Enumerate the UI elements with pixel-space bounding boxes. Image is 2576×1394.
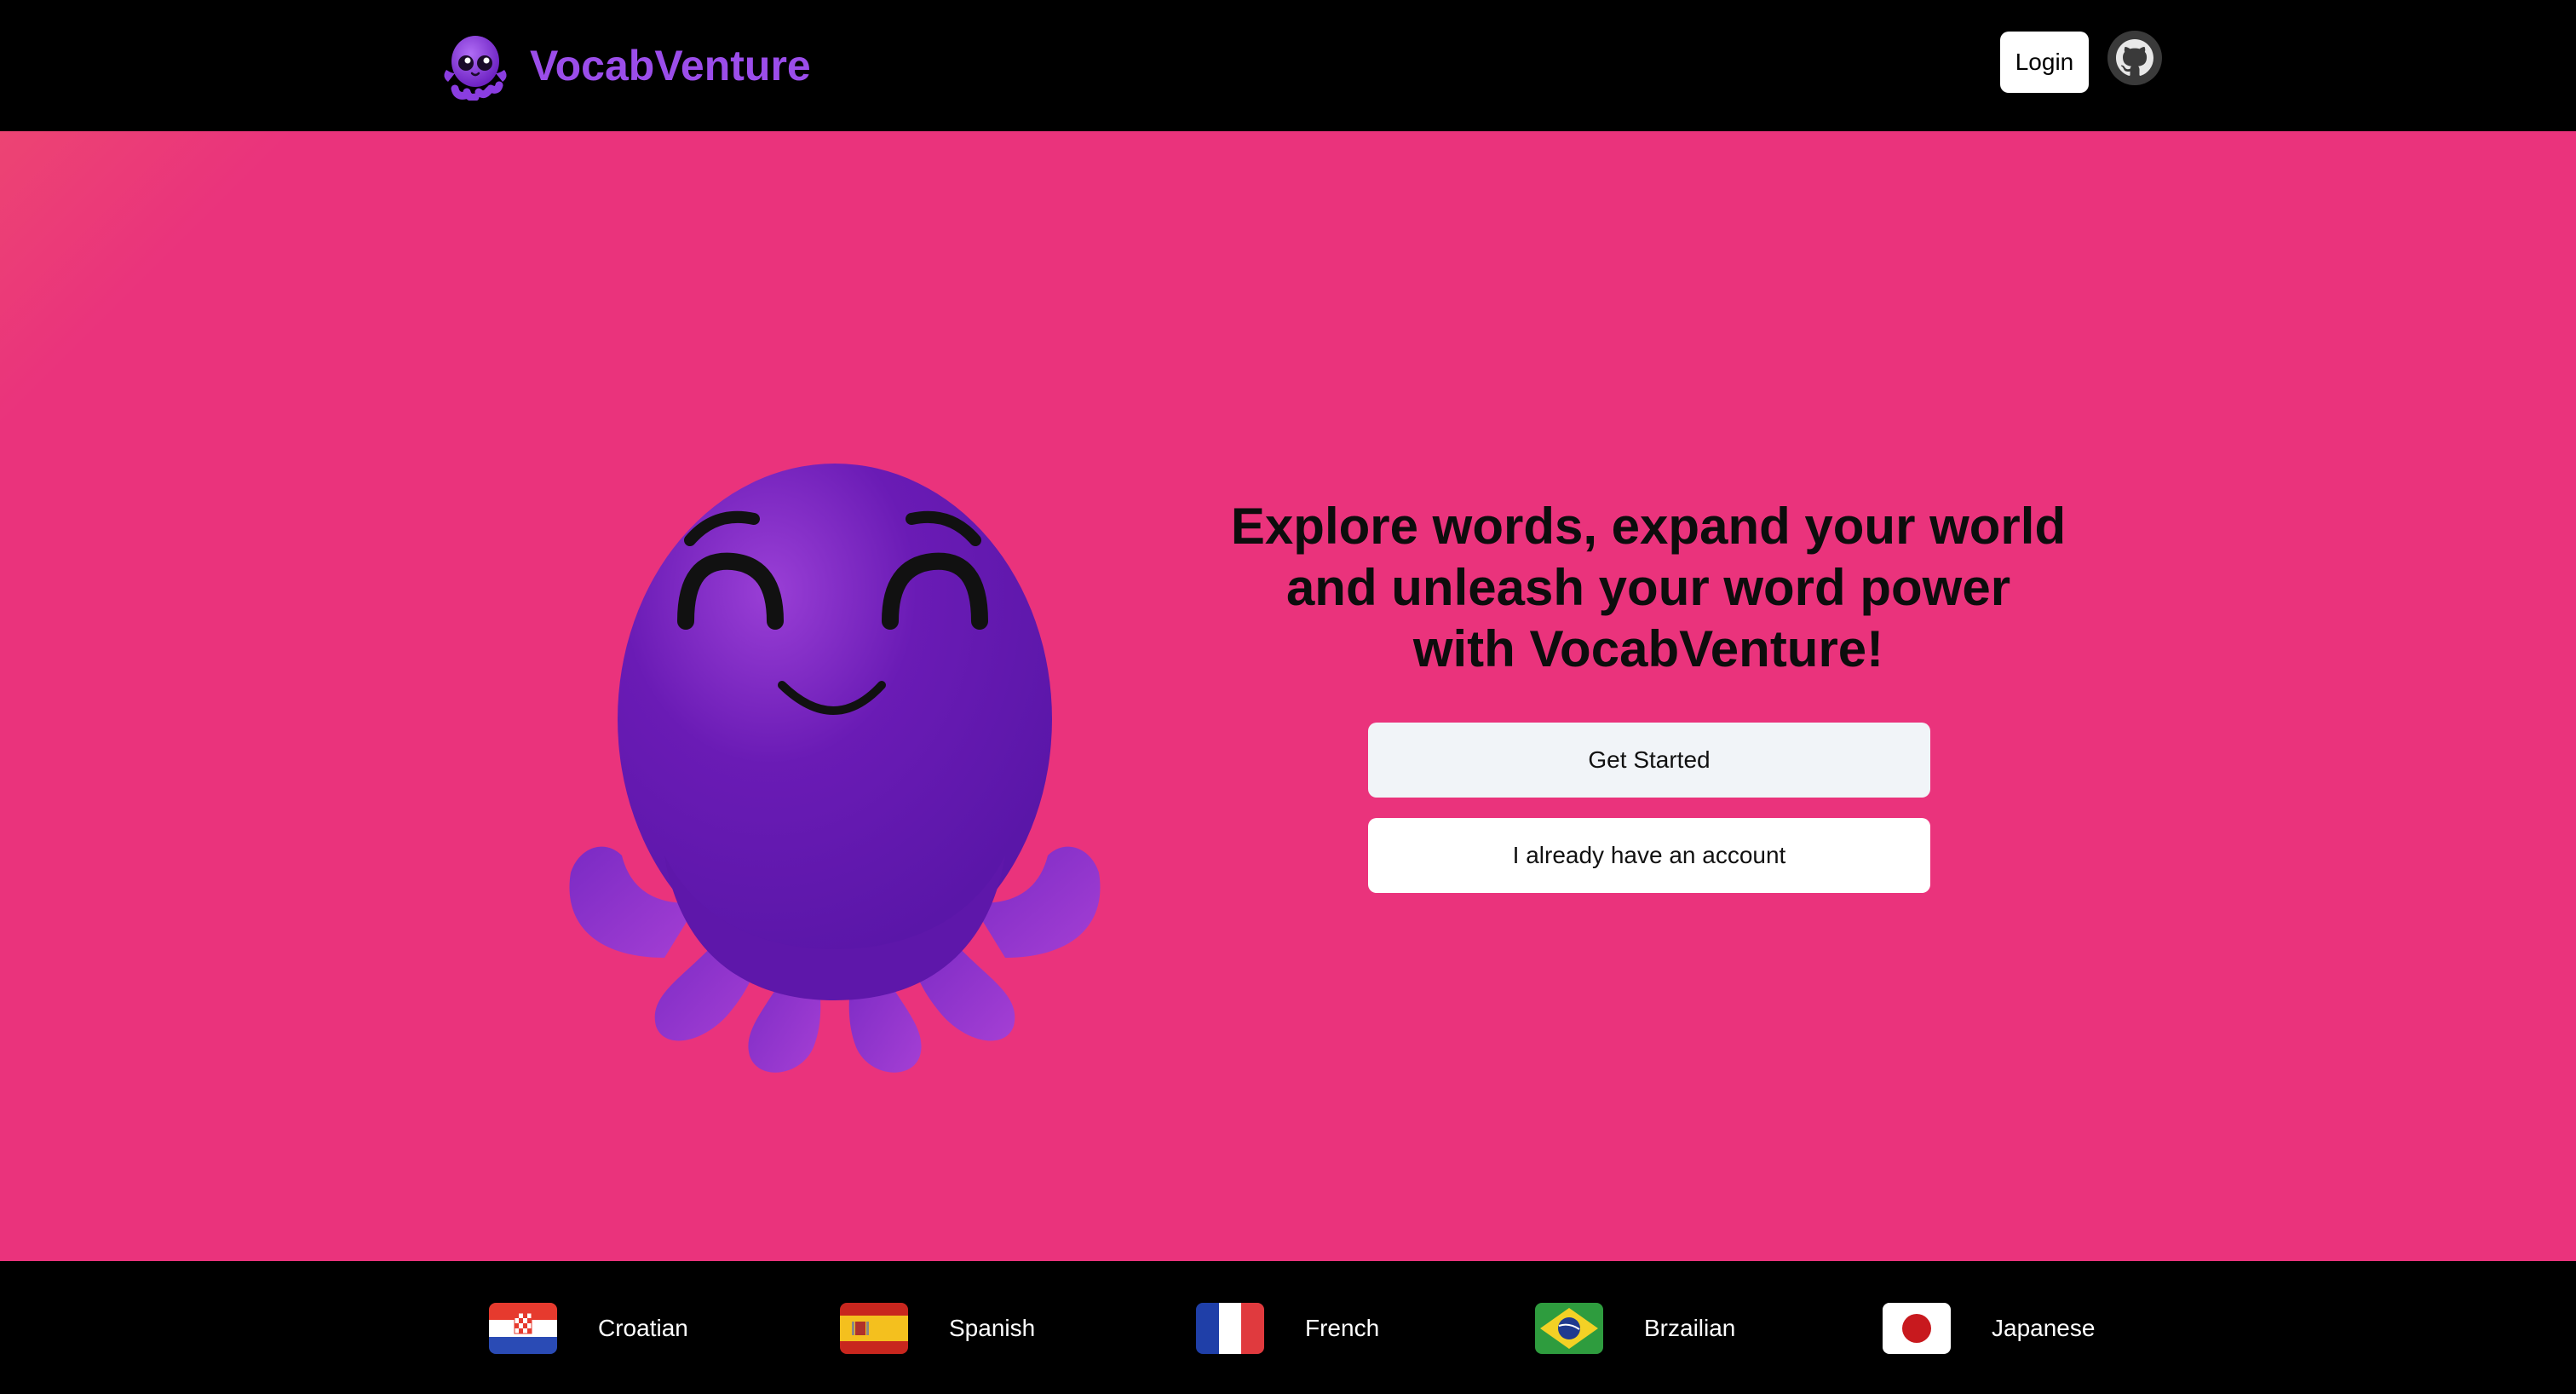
language-item-spanish[interactable]: Spanish: [840, 1302, 1035, 1355]
headline-line-3: with VocabVenture!: [1412, 620, 1884, 677]
language-label: Japanese: [1992, 1315, 2096, 1341]
headline-line-1: Explore words, expand your world: [1230, 498, 2067, 555]
brand-name[interactable]: VocabVenture: [530, 37, 811, 94]
hero-section: Explore words, expand your world and unl…: [0, 131, 2576, 1261]
language-item-japanese[interactable]: Japanese: [1883, 1302, 2095, 1355]
brazil-flag-icon: [1535, 1303, 1603, 1354]
language-item-brazilian[interactable]: Brzailian: [1535, 1302, 1735, 1355]
login-button[interactable]: Login: [2000, 32, 2089, 93]
top-navbar: VocabVenture Login: [0, 0, 2576, 131]
octopus-logo-icon[interactable]: [440, 31, 511, 101]
language-item-french[interactable]: French: [1196, 1302, 1379, 1355]
hero-headline: Explore words, expand your world and unl…: [1193, 496, 2104, 680]
japan-flag-icon: [1883, 1303, 1951, 1354]
language-item-croatian[interactable]: Croatian: [489, 1302, 688, 1355]
spain-flag-icon: [840, 1303, 908, 1354]
have-account-button[interactable]: I already have an account: [1368, 818, 1930, 893]
croatia-flag-icon: [489, 1303, 557, 1354]
france-flag-icon: [1196, 1303, 1264, 1354]
language-label: French: [1305, 1315, 1380, 1341]
headline-line-2: and unleash your word power: [1285, 559, 2011, 616]
language-label: Brzailian: [1644, 1315, 1736, 1341]
language-footer: Croatian Spanish French Brzailian Japane…: [0, 1261, 2576, 1394]
get-started-button[interactable]: Get Started: [1368, 723, 1930, 798]
github-icon[interactable]: [2107, 31, 2162, 85]
language-label: Croatian: [598, 1315, 688, 1341]
language-label: Spanish: [949, 1315, 1036, 1341]
octopus-mascot-icon: [545, 412, 1124, 1086]
